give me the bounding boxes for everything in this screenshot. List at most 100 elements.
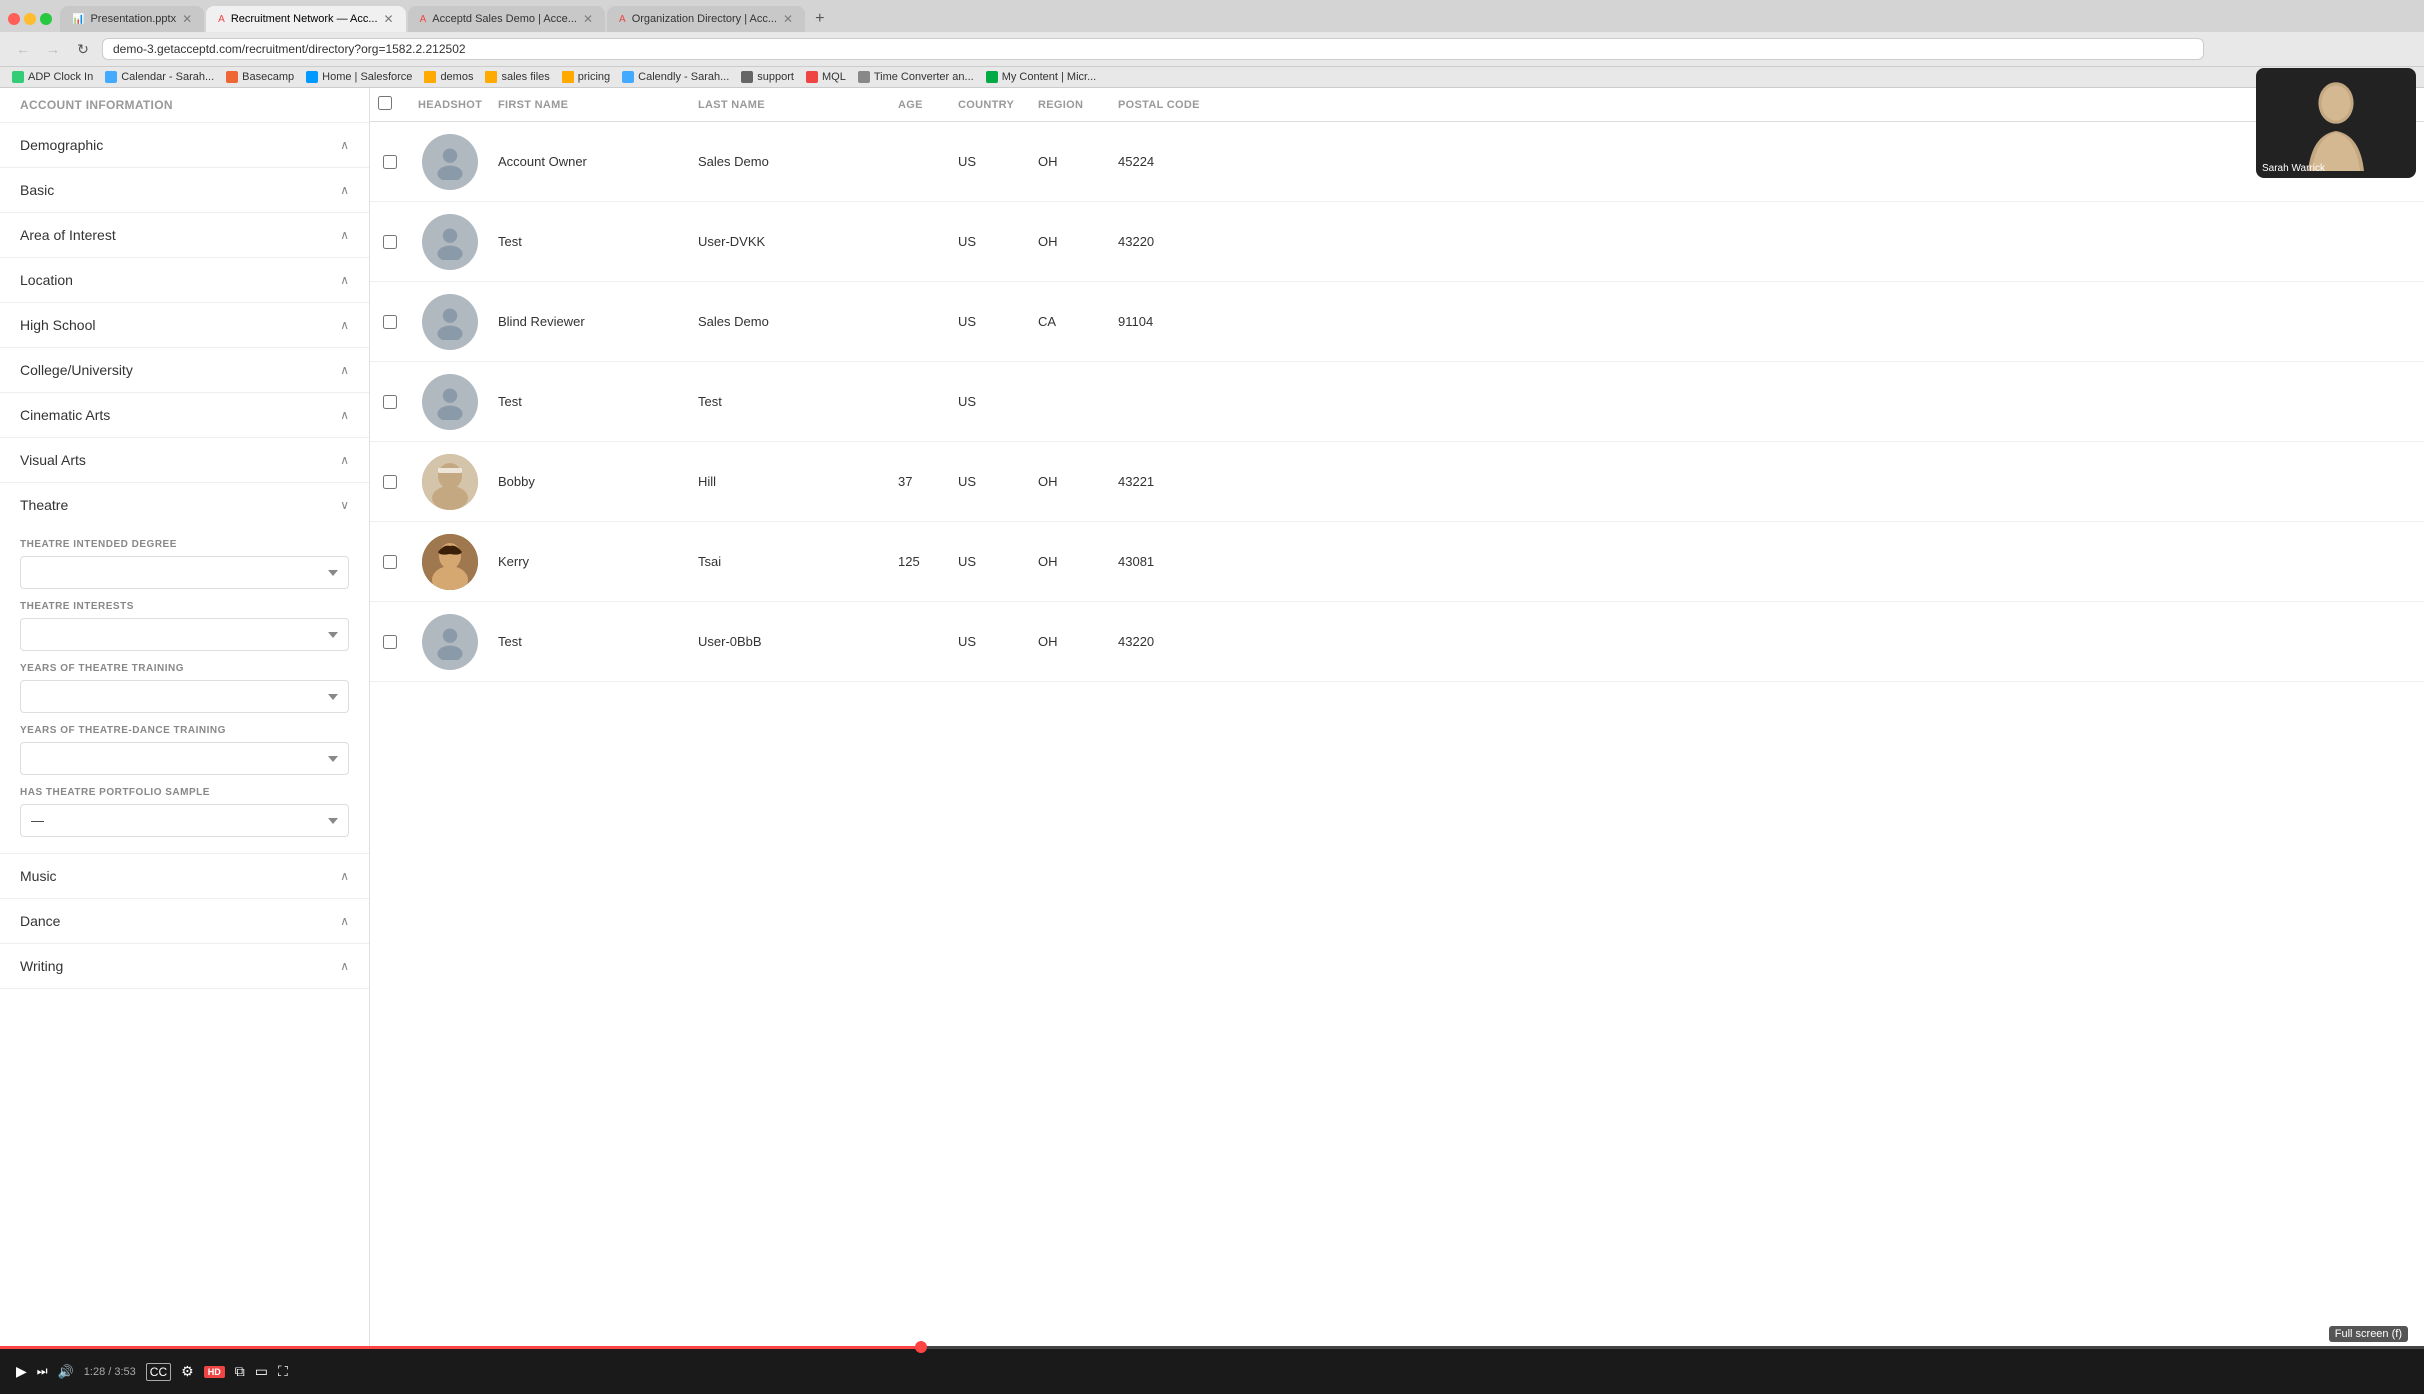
sidebar-header-music[interactable]: Music ∧ (0, 854, 369, 898)
sidebar-header-theatre[interactable]: Theatre ∨ (0, 483, 369, 527)
miniplayer-button[interactable]: ⧉ (235, 1363, 245, 1380)
close-tab-sales-demo[interactable]: ✕ (583, 12, 593, 26)
dance-label: Dance (20, 913, 60, 929)
back-button[interactable]: ← (12, 38, 34, 60)
sidebar-header-writing[interactable]: Writing ∧ (0, 944, 369, 988)
sidebar-header-visual-arts[interactable]: Visual Arts ∧ (0, 438, 369, 482)
tab-presentation[interactable]: 📊 Presentation.pptx ✕ (60, 6, 204, 32)
forward-button[interactable]: → (42, 38, 64, 60)
captions-button[interactable]: CC (146, 1363, 171, 1381)
theatre-interests-select[interactable] (20, 618, 349, 651)
bookmark-ms[interactable]: My Content | Micr... (986, 71, 1097, 83)
bookmark-sales-files[interactable]: sales files (485, 71, 549, 83)
row6-postal: 43081 (1110, 554, 1210, 569)
sidebar-header-area-of-interest[interactable]: Area of Interest ∧ (0, 213, 369, 257)
row2-checkbox[interactable] (383, 235, 397, 249)
reload-button[interactable]: ↻ (72, 38, 94, 60)
bookmark-support[interactable]: support (741, 71, 794, 83)
row7-last-name: User-0BbB (690, 634, 890, 649)
sidebar-section-area-of-interest: Area of Interest ∧ (0, 213, 369, 258)
play-button[interactable]: ▶ (16, 1363, 27, 1380)
row3-checkbox[interactable] (383, 315, 397, 329)
sidebar-section-writing: Writing ∧ (0, 944, 369, 989)
years-dance-training-select[interactable] (20, 742, 349, 775)
sidebar-header-dance[interactable]: Dance ∧ (0, 899, 369, 943)
sidebar-header-demographic[interactable]: Demographic ∧ (0, 123, 369, 167)
row7-check[interactable] (370, 635, 410, 649)
row4-check[interactable] (370, 395, 410, 409)
theatre-interests-label: THEATRE INTERESTS (20, 601, 349, 612)
select-all-checkbox[interactable] (378, 96, 392, 110)
row6-checkbox[interactable] (383, 555, 397, 569)
row7-checkbox[interactable] (383, 635, 397, 649)
row5-checkbox[interactable] (383, 475, 397, 489)
row7-first-name: Test (490, 634, 690, 649)
new-tab-button[interactable]: + (807, 6, 832, 32)
bookmark-mql[interactable]: MQL (806, 71, 846, 83)
bookmark-salesforce[interactable]: Home | Salesforce (306, 71, 412, 83)
tab-sales-demo[interactable]: A Acceptd Sales Demo | Acce... ✕ (408, 6, 605, 32)
row2-first-name: Test (490, 234, 690, 249)
row5-age: 37 (890, 474, 950, 489)
sidebar-header-cinematic-arts[interactable]: Cinematic Arts ∧ (0, 393, 369, 437)
row1-check[interactable] (370, 155, 410, 169)
row6-age: 125 (890, 554, 950, 569)
bookmark-adp[interactable]: ADP Clock In (12, 71, 93, 83)
settings-button[interactable]: ⚙ (181, 1363, 194, 1380)
area-of-interest-chevron-icon: ∧ (340, 228, 349, 242)
browser-chrome: 📊 Presentation.pptx ✕ A Recruitment Netw… (0, 0, 2424, 88)
years-theatre-training-select[interactable] (20, 680, 349, 713)
row5-check[interactable] (370, 475, 410, 489)
sidebar-header-location[interactable]: Location ∧ (0, 258, 369, 302)
theatre-filters: THEATRE INTENDED DEGREE THEATRE INTEREST… (0, 539, 369, 853)
col-country: COUNTRY (950, 99, 1030, 111)
row7-avatar-placeholder (422, 614, 478, 670)
high-school-chevron-icon: ∧ (340, 318, 349, 332)
bookmark-pricing[interactable]: pricing (562, 71, 610, 83)
maximize-window-button[interactable] (40, 13, 52, 25)
theater-mode-button[interactable]: ▭ (255, 1363, 268, 1380)
tab-recruitment[interactable]: A Recruitment Network — Acc... ✕ (206, 6, 405, 32)
row2-last-name: User-DVKK (690, 234, 890, 249)
sidebar-header-high-school[interactable]: High School ∧ (0, 303, 369, 347)
col-postal-code: POSTAL CODE (1110, 99, 1210, 111)
row5-first-name: Bobby (490, 474, 690, 489)
music-chevron-icon: ∧ (340, 869, 349, 883)
skip-forward-button[interactable]: ⏭ (37, 1364, 48, 1379)
bookmark-demos[interactable]: demos (424, 71, 473, 83)
row1-checkbox[interactable] (383, 155, 397, 169)
bookmark-calendly[interactable]: Calendly - Sarah... (622, 71, 729, 83)
progress-bar-container[interactable] (0, 1346, 2424, 1349)
tab-org-directory[interactable]: A Organization Directory | Acc... ✕ (607, 6, 805, 32)
close-window-button[interactable] (8, 13, 20, 25)
volume-button[interactable]: 🔊 (58, 1364, 74, 1380)
sidebar-header-college[interactable]: College/University ∧ (0, 348, 369, 392)
row6-check[interactable] (370, 555, 410, 569)
row1-avatar (410, 134, 490, 190)
bookmark-basecamp[interactable]: Basecamp (226, 71, 294, 83)
video-person-name: Sarah Warrick (2262, 163, 2325, 174)
music-label: Music (20, 868, 57, 884)
row3-check[interactable] (370, 315, 410, 329)
bookmark-time[interactable]: Time Converter an... (858, 71, 974, 83)
close-tab-recruitment[interactable]: ✕ (384, 12, 394, 26)
college-chevron-icon: ∧ (340, 363, 349, 377)
url-input[interactable]: demo-3.getacceptd.com/recruitment/direct… (102, 38, 2204, 60)
sidebar-section-visual-arts: Visual Arts ∧ (0, 438, 369, 483)
fullscreen-button[interactable]: ⛶ (278, 1363, 288, 1380)
row6-avatar-image (422, 534, 478, 590)
row6-region: OH (1030, 554, 1110, 569)
bookmark-calendar[interactable]: Calendar - Sarah... (105, 71, 214, 83)
has-theatre-portfolio-select[interactable]: — (20, 804, 349, 837)
close-tab-presentation[interactable]: ✕ (182, 12, 192, 26)
row4-checkbox[interactable] (383, 395, 397, 409)
row3-last-name: Sales Demo (690, 314, 890, 329)
row2-check[interactable] (370, 235, 410, 249)
col-check (370, 96, 410, 113)
sidebar-header-basic[interactable]: Basic ∧ (0, 168, 369, 212)
row1-country: US (950, 154, 1030, 169)
minimize-window-button[interactable] (24, 13, 36, 25)
location-label: Location (20, 272, 73, 288)
theatre-intended-degree-select[interactable] (20, 556, 349, 589)
close-tab-org[interactable]: ✕ (783, 12, 793, 26)
